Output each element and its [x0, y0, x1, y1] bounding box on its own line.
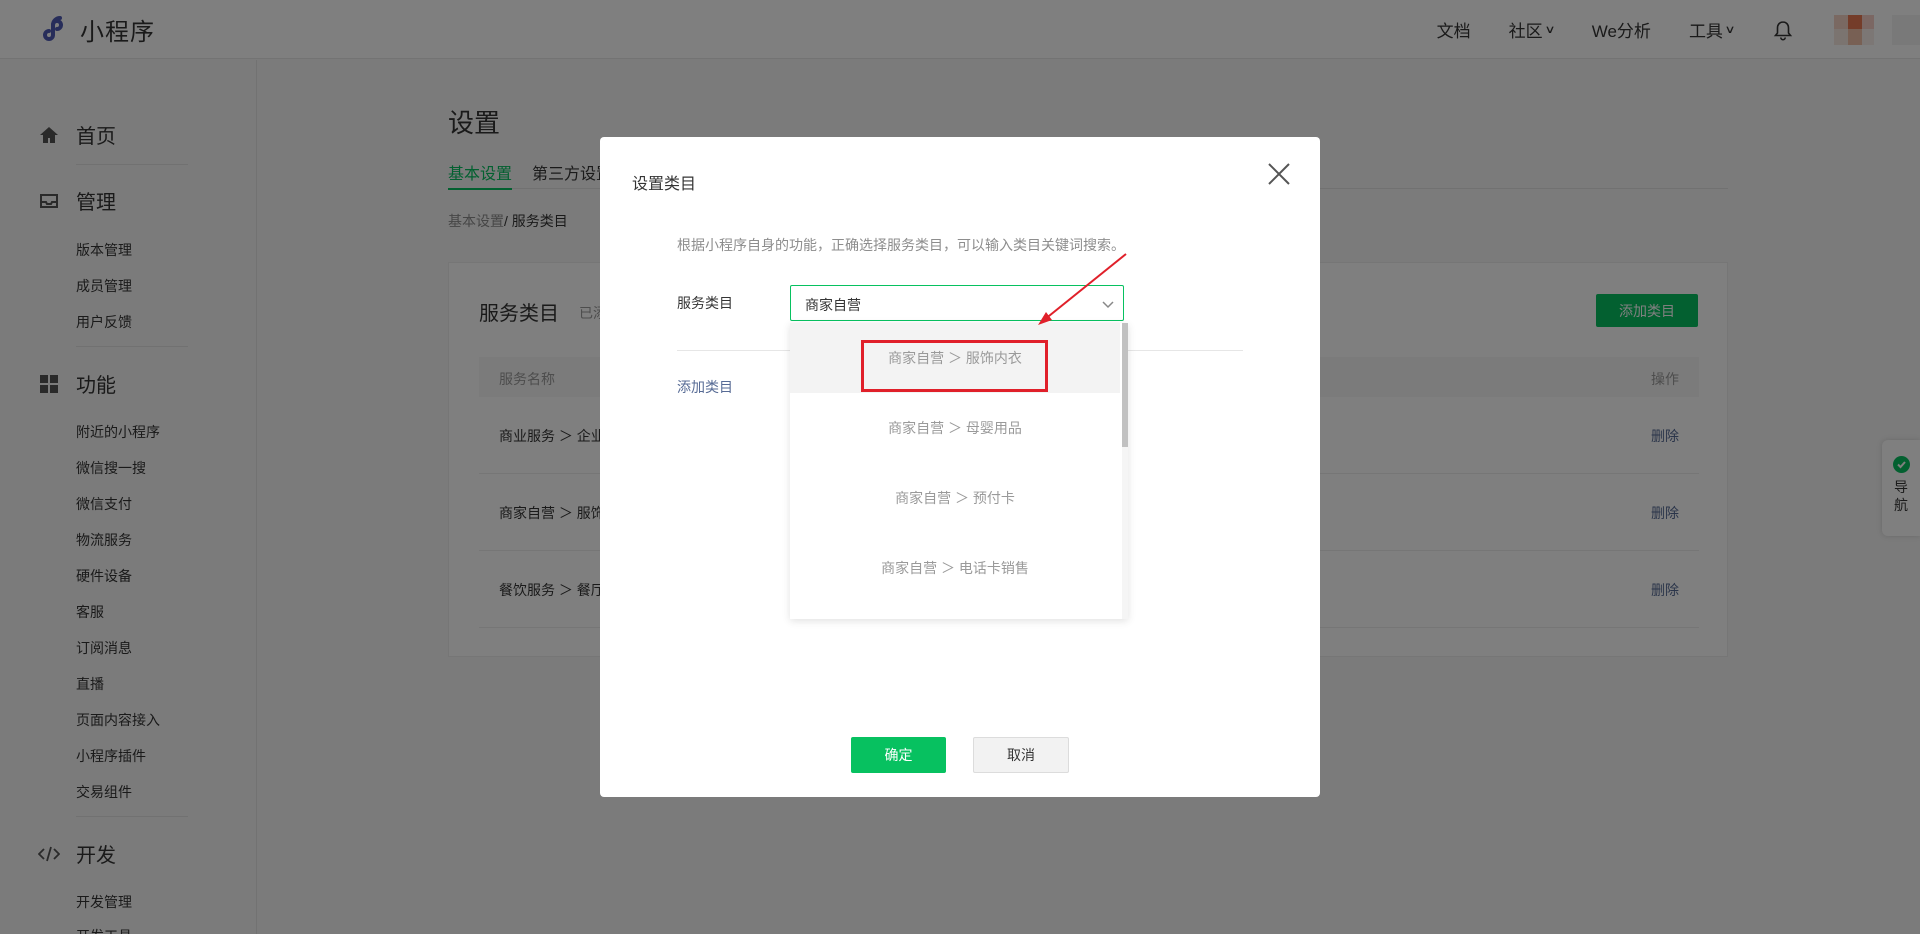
close-icon[interactable] [1266, 161, 1292, 187]
service-category-select[interactable]: 商家自营 [790, 285, 1124, 321]
select-value: 商家自营 [805, 297, 861, 313]
category-dropdown: 商家自营 ＞ 服饰内衣 商家自营 ＞ 母婴用品 商家自营 ＞ 预付卡 商家自营 … [790, 323, 1128, 619]
dropdown-option[interactable]: 商家自营 ＞ 母婴用品 [790, 393, 1120, 463]
dropdown-scrollbar-thumb[interactable] [1122, 323, 1128, 447]
service-category-label: 服务类目 [677, 295, 733, 311]
dialog-title: 设置类目 [632, 176, 697, 193]
dropdown-scrollbar-track[interactable] [1122, 323, 1128, 619]
set-category-dialog: 设置类目 根据小程序自身的功能，正确选择服务类目，可以输入类目关键词搜索。 服务… [600, 137, 1320, 797]
confirm-button[interactable]: 确定 [851, 737, 946, 773]
dialog-add-category-link[interactable]: 添加类目 [677, 377, 733, 397]
cancel-button[interactable]: 取消 [973, 737, 1069, 773]
dropdown-option[interactable]: 商家自营 ＞ 服饰内衣 [790, 323, 1120, 393]
dialog-hint: 根据小程序自身的功能，正确选择服务类目，可以输入类目关键词搜索。 [677, 237, 1125, 253]
dropdown-option[interactable]: 商家自营 ＞ 电话卡销售 [790, 533, 1120, 603]
dropdown-option[interactable]: 商家自营 ＞ 预付卡 [790, 463, 1120, 533]
chevron-down-icon [1102, 301, 1114, 309]
